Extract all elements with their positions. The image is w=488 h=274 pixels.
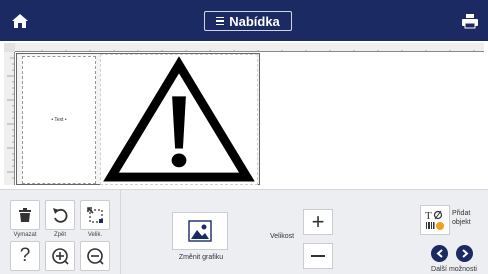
size-tool-label: Velik.: [87, 232, 103, 238]
home-icon: [12, 13, 28, 28]
undo-icon: [53, 208, 68, 223]
add-object-icon: T: [425, 210, 444, 230]
menu-button[interactable]: Nabídka: [204, 11, 292, 31]
more-options-label: Další možnosti: [431, 266, 477, 273]
toolbar-divider: [120, 190, 121, 274]
text-object[interactable]: • Text •: [22, 56, 96, 184]
increase-size-button[interactable]: +: [303, 209, 333, 235]
previous-button[interactable]: [431, 245, 448, 262]
horizontal-ruler: [4, 43, 484, 52]
svg-text:T: T: [425, 210, 432, 222]
top-bar: Nabídka: [0, 0, 488, 41]
add-object-button[interactable]: T: [420, 205, 450, 235]
image-icon: [188, 220, 212, 242]
zoom-in-button[interactable]: [45, 241, 75, 271]
minus-icon: [311, 255, 325, 257]
resize-icon: [87, 207, 103, 223]
graphic-object[interactable]: [100, 54, 258, 185]
add-object-label: Přidat objekt: [452, 210, 471, 226]
zoom-in-icon: [52, 248, 69, 265]
next-button[interactable]: [456, 245, 473, 262]
decrease-size-button[interactable]: [303, 243, 333, 269]
trash-icon: [19, 208, 31, 222]
question-icon: ?: [19, 245, 31, 266]
printer-icon: [462, 13, 478, 28]
plus-icon: +: [311, 209, 325, 234]
delete-label: Vymazat: [13, 232, 37, 238]
change-graphic-label: Změnit grafiku: [178, 254, 224, 261]
undo-button[interactable]: [45, 200, 75, 230]
change-graphic-button[interactable]: [172, 212, 228, 250]
zoom-out-button[interactable]: [80, 241, 110, 271]
chevron-right-icon: [461, 249, 469, 258]
warning-triangle-icon: [103, 56, 255, 182]
menu-label: Nabídka: [229, 13, 280, 29]
ruler-corner: [4, 43, 15, 52]
delete-button[interactable]: [10, 200, 40, 230]
print-button[interactable]: [452, 0, 488, 41]
home-button[interactable]: [0, 0, 40, 41]
help-button[interactable]: ?: [10, 241, 40, 271]
vertical-ruler: [4, 52, 15, 185]
undo-label: Zpět: [53, 232, 66, 238]
chevron-left-icon: [435, 249, 443, 258]
label-canvas: • Text •: [0, 41, 488, 189]
bottom-toolbar: Vymazat Zpět Velik. ? Změnit grafiku Vel…: [0, 189, 488, 274]
menu-icon: [216, 16, 225, 26]
text-object-label: • Text •: [51, 117, 67, 123]
resize-label: Velikost: [270, 233, 295, 240]
zoom-out-icon: [87, 248, 104, 265]
resize-tool-button[interactable]: [80, 200, 110, 230]
